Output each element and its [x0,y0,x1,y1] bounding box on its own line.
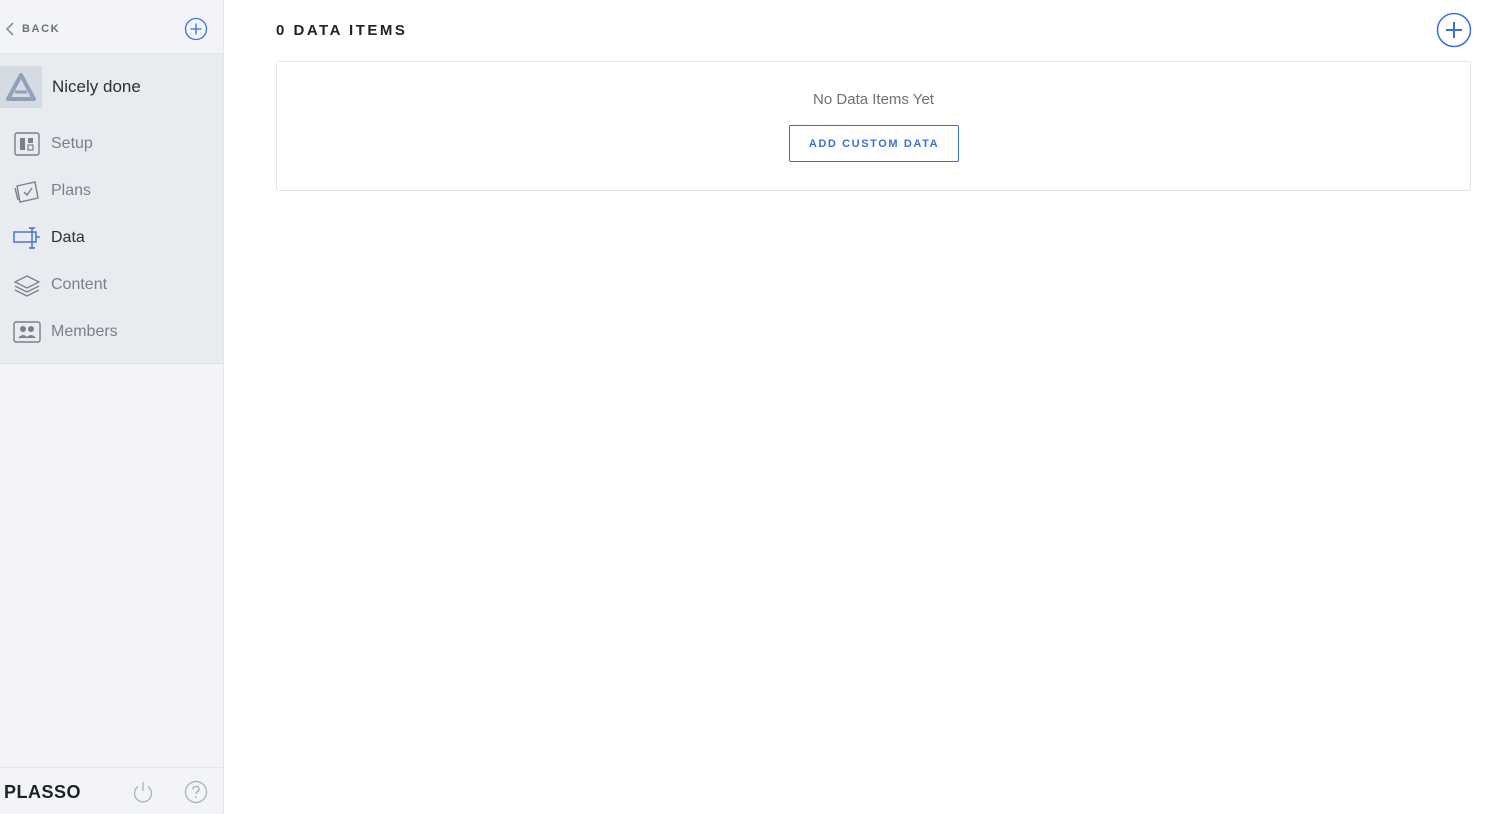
triangle-logo-icon [6,73,36,101]
sidebar-item-label: Content [51,276,108,293]
site-logo [0,66,42,108]
setup-icon [13,131,41,157]
sidebar-topbar: BACK [0,0,223,54]
power-icon[interactable] [131,780,155,804]
members-icon [13,319,41,345]
plans-icon [13,178,41,204]
sidebar-footer: PLASSO [0,767,223,814]
add-data-item-button[interactable] [1436,12,1472,48]
sidebar: BACK Nicely done Setup Plans Data Conten… [0,0,224,814]
content-icon [13,272,41,298]
sidebar-item-plans[interactable]: Plans [0,173,223,209]
back-button[interactable]: BACK [4,19,60,39]
sidebar-item-members[interactable]: Members [0,314,223,350]
add-custom-data-button[interactable]: ADD CUSTOM DATA [789,125,959,162]
sidebar-item-data[interactable]: Data [0,220,223,256]
site-selector[interactable]: Nicely done [0,65,223,109]
sidebar-item-setup[interactable]: Setup [0,126,223,162]
site-name: Nicely done [52,77,141,96]
data-icon [13,225,41,251]
chevron-left-icon [5,22,14,36]
back-label: BACK [22,23,61,35]
help-icon[interactable] [184,780,208,804]
brand-logo: PLASSO [4,782,82,802]
sidebar-item-label: Setup [51,135,93,152]
site-block: Nicely done Setup Plans Data Content Mem… [0,54,223,364]
add-site-button[interactable] [184,17,208,41]
sidebar-item-content[interactable]: Content [0,267,223,303]
empty-state-message: No Data Items Yet [813,91,934,108]
page-title: 0 DATA ITEMS [276,22,408,39]
empty-state-panel: No Data Items Yet ADD CUSTOM DATA [276,61,1471,191]
sidebar-item-label: Plans [51,182,92,199]
sidebar-item-label: Members [51,323,118,340]
sidebar-item-label: Data [51,229,85,246]
